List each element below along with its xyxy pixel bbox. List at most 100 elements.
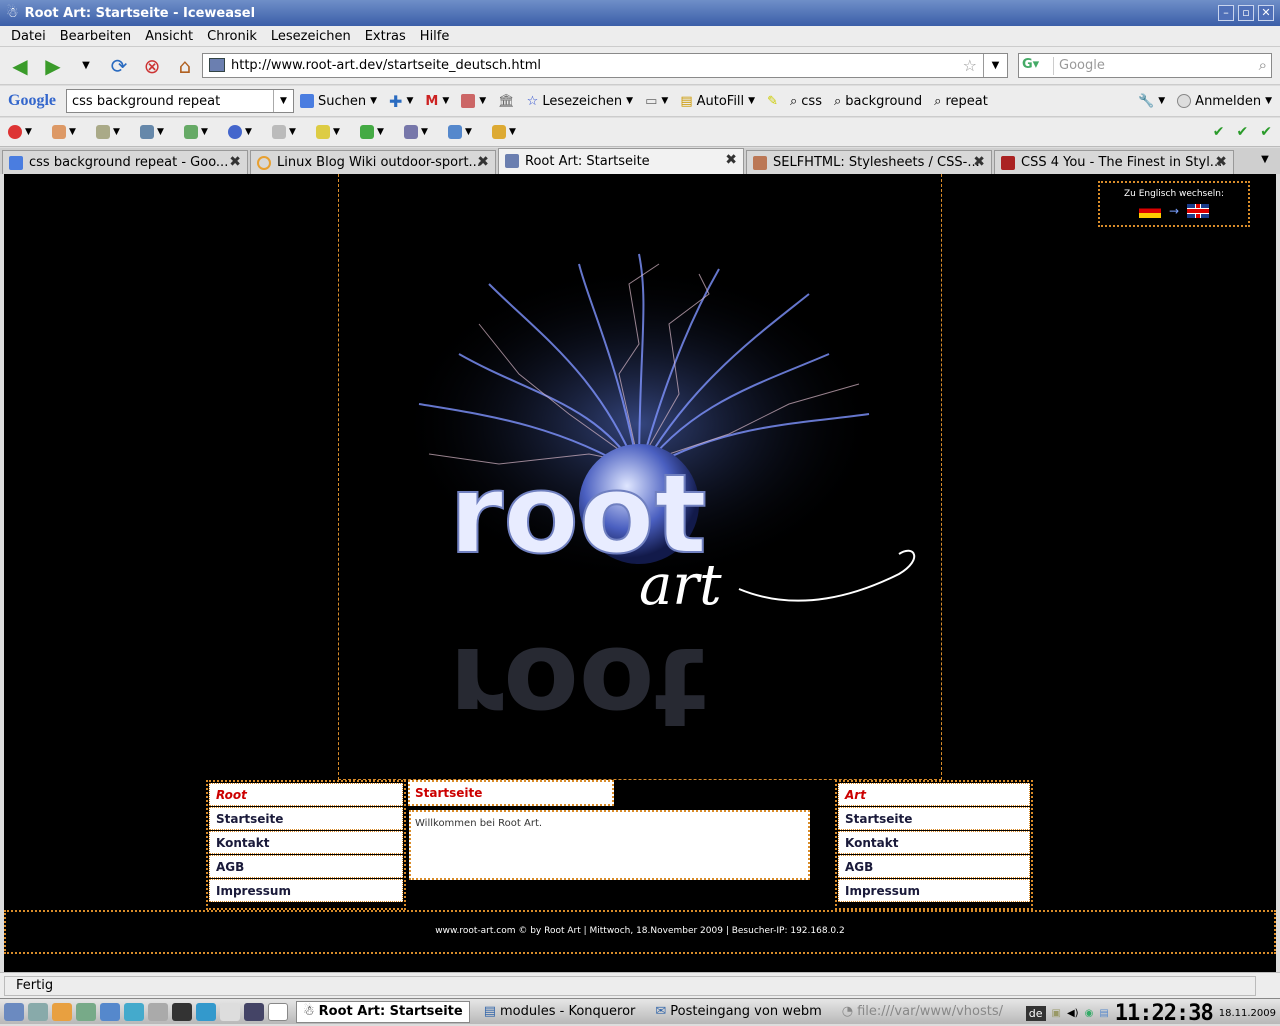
disable-menu[interactable]: ▼ — [8, 123, 44, 141]
close-tab-icon[interactable]: ✖ — [229, 154, 241, 170]
clock[interactable]: 11:22:38 — [1115, 1001, 1214, 1026]
german-flag-icon[interactable] — [1138, 204, 1161, 218]
css-menu[interactable]: ▼ — [96, 123, 132, 141]
google-notebook-button[interactable]: ▼ — [461, 94, 486, 108]
task-konqueror[interactable]: ▤ modules - Konqueror — [478, 1001, 642, 1023]
left-nav-kontakt[interactable]: Kontakt — [209, 831, 403, 854]
desktop-1-icon[interactable] — [244, 1002, 264, 1021]
term-repeat-button[interactable]: ⌕ repeat — [934, 94, 988, 109]
left-nav-startseite[interactable]: Startseite — [209, 807, 403, 830]
tab-selfhtml[interactable]: SELFHTML: Stylesheets / CSS-... ✖ — [746, 150, 992, 174]
images-menu[interactable]: ▼ — [184, 123, 220, 141]
tab-linux-blog[interactable]: Linux Blog Wiki outdoor-sport... ✖ — [250, 150, 496, 174]
close-tab-icon[interactable]: ✖ — [725, 152, 737, 168]
kde-menu-icon[interactable] — [4, 1002, 24, 1021]
search-icon[interactable]: ⌕ — [1259, 56, 1267, 74]
launcher-icon[interactable] — [28, 1002, 48, 1021]
search-box[interactable]: G▾ Google ⌕ — [1018, 53, 1272, 78]
css-valid-icon[interactable]: ✔ — [1213, 124, 1225, 140]
view-source-menu[interactable]: ▼ — [448, 123, 484, 141]
close-tab-icon[interactable]: ✖ — [1215, 154, 1227, 170]
desktop-2-icon[interactable] — [268, 1002, 288, 1021]
close-tab-icon[interactable]: ✖ — [477, 154, 489, 170]
volume-icon[interactable]: ◀) — [1067, 1008, 1079, 1019]
tab-root-art[interactable]: Root Art: Startseite ✖ — [498, 148, 744, 174]
resize-menu[interactable]: ▼ — [360, 123, 396, 141]
images-icon — [184, 125, 198, 139]
reload-button[interactable]: ⟳ — [105, 52, 133, 80]
google-settings-button[interactable]: 🔧 ▼ — [1138, 94, 1165, 109]
tools-menu[interactable]: ▼ — [404, 123, 440, 141]
gmail-button[interactable]: M ▼ — [425, 94, 449, 109]
browser-launcher-icon[interactable] — [100, 1002, 120, 1021]
launcher-icon[interactable] — [124, 1002, 144, 1021]
google-bookmarks-button[interactable]: ☆ Lesezeichen ▼ — [527, 94, 633, 109]
google-popup-button[interactable]: ▭ ▼ — [645, 94, 668, 109]
tab-google[interactable]: css background repeat - Goo... ✖ — [2, 150, 248, 174]
menu-lesezeichen[interactable]: Lesezeichen — [264, 29, 358, 44]
updates-icon[interactable]: ▤ — [1099, 1008, 1108, 1019]
history-dropdown[interactable]: ▼ — [72, 52, 100, 80]
home-folder-icon[interactable] — [52, 1002, 72, 1021]
menu-hilfe[interactable]: Hilfe — [413, 29, 457, 44]
google-search-button[interactable]: Suchen ▼ — [300, 94, 377, 109]
options-menu[interactable]: ▼ — [492, 123, 528, 141]
url-dropdown[interactable]: ▼ — [983, 54, 1007, 77]
stop-button[interactable]: ⊗ — [138, 52, 166, 80]
network-icon[interactable]: ◉ — [1085, 1008, 1094, 1019]
terminal-launcher-icon[interactable] — [172, 1002, 192, 1021]
launcher-icon[interactable] — [220, 1002, 240, 1021]
google-query-dropdown[interactable]: ▼ — [273, 90, 293, 112]
right-nav-agb[interactable]: AGB — [838, 855, 1030, 878]
google-plus-button[interactable]: ✚ ▼ — [389, 92, 413, 111]
cookies-menu[interactable]: ▼ — [52, 123, 88, 141]
autofill-button[interactable]: ▤ AutoFill ▼ — [680, 94, 755, 109]
information-menu[interactable]: ▼ — [228, 123, 264, 141]
google-engine-icon[interactable]: G▾ — [1022, 57, 1054, 75]
js-valid-icon[interactable]: ✔ — [1260, 124, 1272, 140]
left-nav-agb[interactable]: AGB — [209, 855, 403, 878]
task-file[interactable]: ◔ file:///var/www/vhosts/ — [836, 1001, 1009, 1023]
task-root-art[interactable]: ☃ Root Art: Startseite — [296, 1000, 470, 1023]
klipper-icon[interactable]: ▣ — [1052, 1008, 1061, 1019]
right-nav-kontakt[interactable]: Kontakt — [838, 831, 1030, 854]
google-bank-button[interactable]: 🏛 — [498, 94, 515, 109]
google-search-input[interactable]: css background repeat ▼ — [66, 89, 294, 113]
bookmark-star-icon[interactable]: ☆ — [963, 56, 977, 75]
close-tab-icon[interactable]: ✖ — [973, 154, 985, 170]
minimize-button[interactable]: – — [1218, 5, 1234, 21]
url-bar[interactable]: http://www.root-art.dev/startseite_deuts… — [202, 53, 1008, 78]
html-valid-icon[interactable]: ✔ — [1237, 124, 1249, 140]
close-window-button[interactable]: ✕ — [1258, 5, 1274, 21]
maximize-button[interactable]: ▫ — [1238, 5, 1254, 21]
right-nav-startseite[interactable]: Startseite — [838, 807, 1030, 830]
left-nav-impressum[interactable]: Impressum — [209, 879, 403, 902]
launcher-icon[interactable] — [196, 1002, 216, 1021]
forward-button[interactable]: ▶ — [39, 52, 67, 80]
right-nav-impressum[interactable]: Impressum — [838, 879, 1030, 902]
tab-list-dropdown[interactable]: ▼ — [1250, 148, 1280, 172]
back-button[interactable]: ◀ — [6, 52, 34, 80]
term-background-button[interactable]: ⌕ background — [834, 94, 922, 109]
editor-launcher-icon[interactable] — [148, 1002, 168, 1021]
google-logo[interactable]: Google — [8, 92, 56, 110]
google-search-label: Suchen — [318, 93, 367, 109]
term-css-button[interactable]: ⌕ css — [790, 94, 822, 109]
menu-ansicht[interactable]: Ansicht — [138, 29, 200, 44]
menu-extras[interactable]: Extras — [358, 29, 413, 44]
task-mail[interactable]: ✉ Posteingang von webm — [649, 1001, 827, 1023]
miscellaneous-menu[interactable]: ▼ — [272, 123, 308, 141]
outline-icon — [316, 125, 330, 139]
tab-css4you[interactable]: CSS 4 You - The Finest in Styl... ✖ — [994, 150, 1234, 174]
highlight-button[interactable]: ✎ — [767, 94, 778, 109]
menu-chronik[interactable]: Chronik — [200, 29, 264, 44]
outline-menu[interactable]: ▼ — [316, 123, 352, 141]
keyboard-layout[interactable]: de — [1025, 1006, 1046, 1021]
signin-button[interactable]: Anmelden ▼ — [1177, 94, 1272, 109]
home-button[interactable]: ⌂ — [171, 52, 199, 80]
menu-bearbeiten[interactable]: Bearbeiten — [53, 29, 138, 44]
english-flag-icon[interactable] — [1187, 204, 1210, 218]
menu-datei[interactable]: Datei — [4, 29, 53, 44]
launcher-icon[interactable] — [76, 1002, 96, 1021]
forms-menu[interactable]: ▼ — [140, 123, 176, 141]
